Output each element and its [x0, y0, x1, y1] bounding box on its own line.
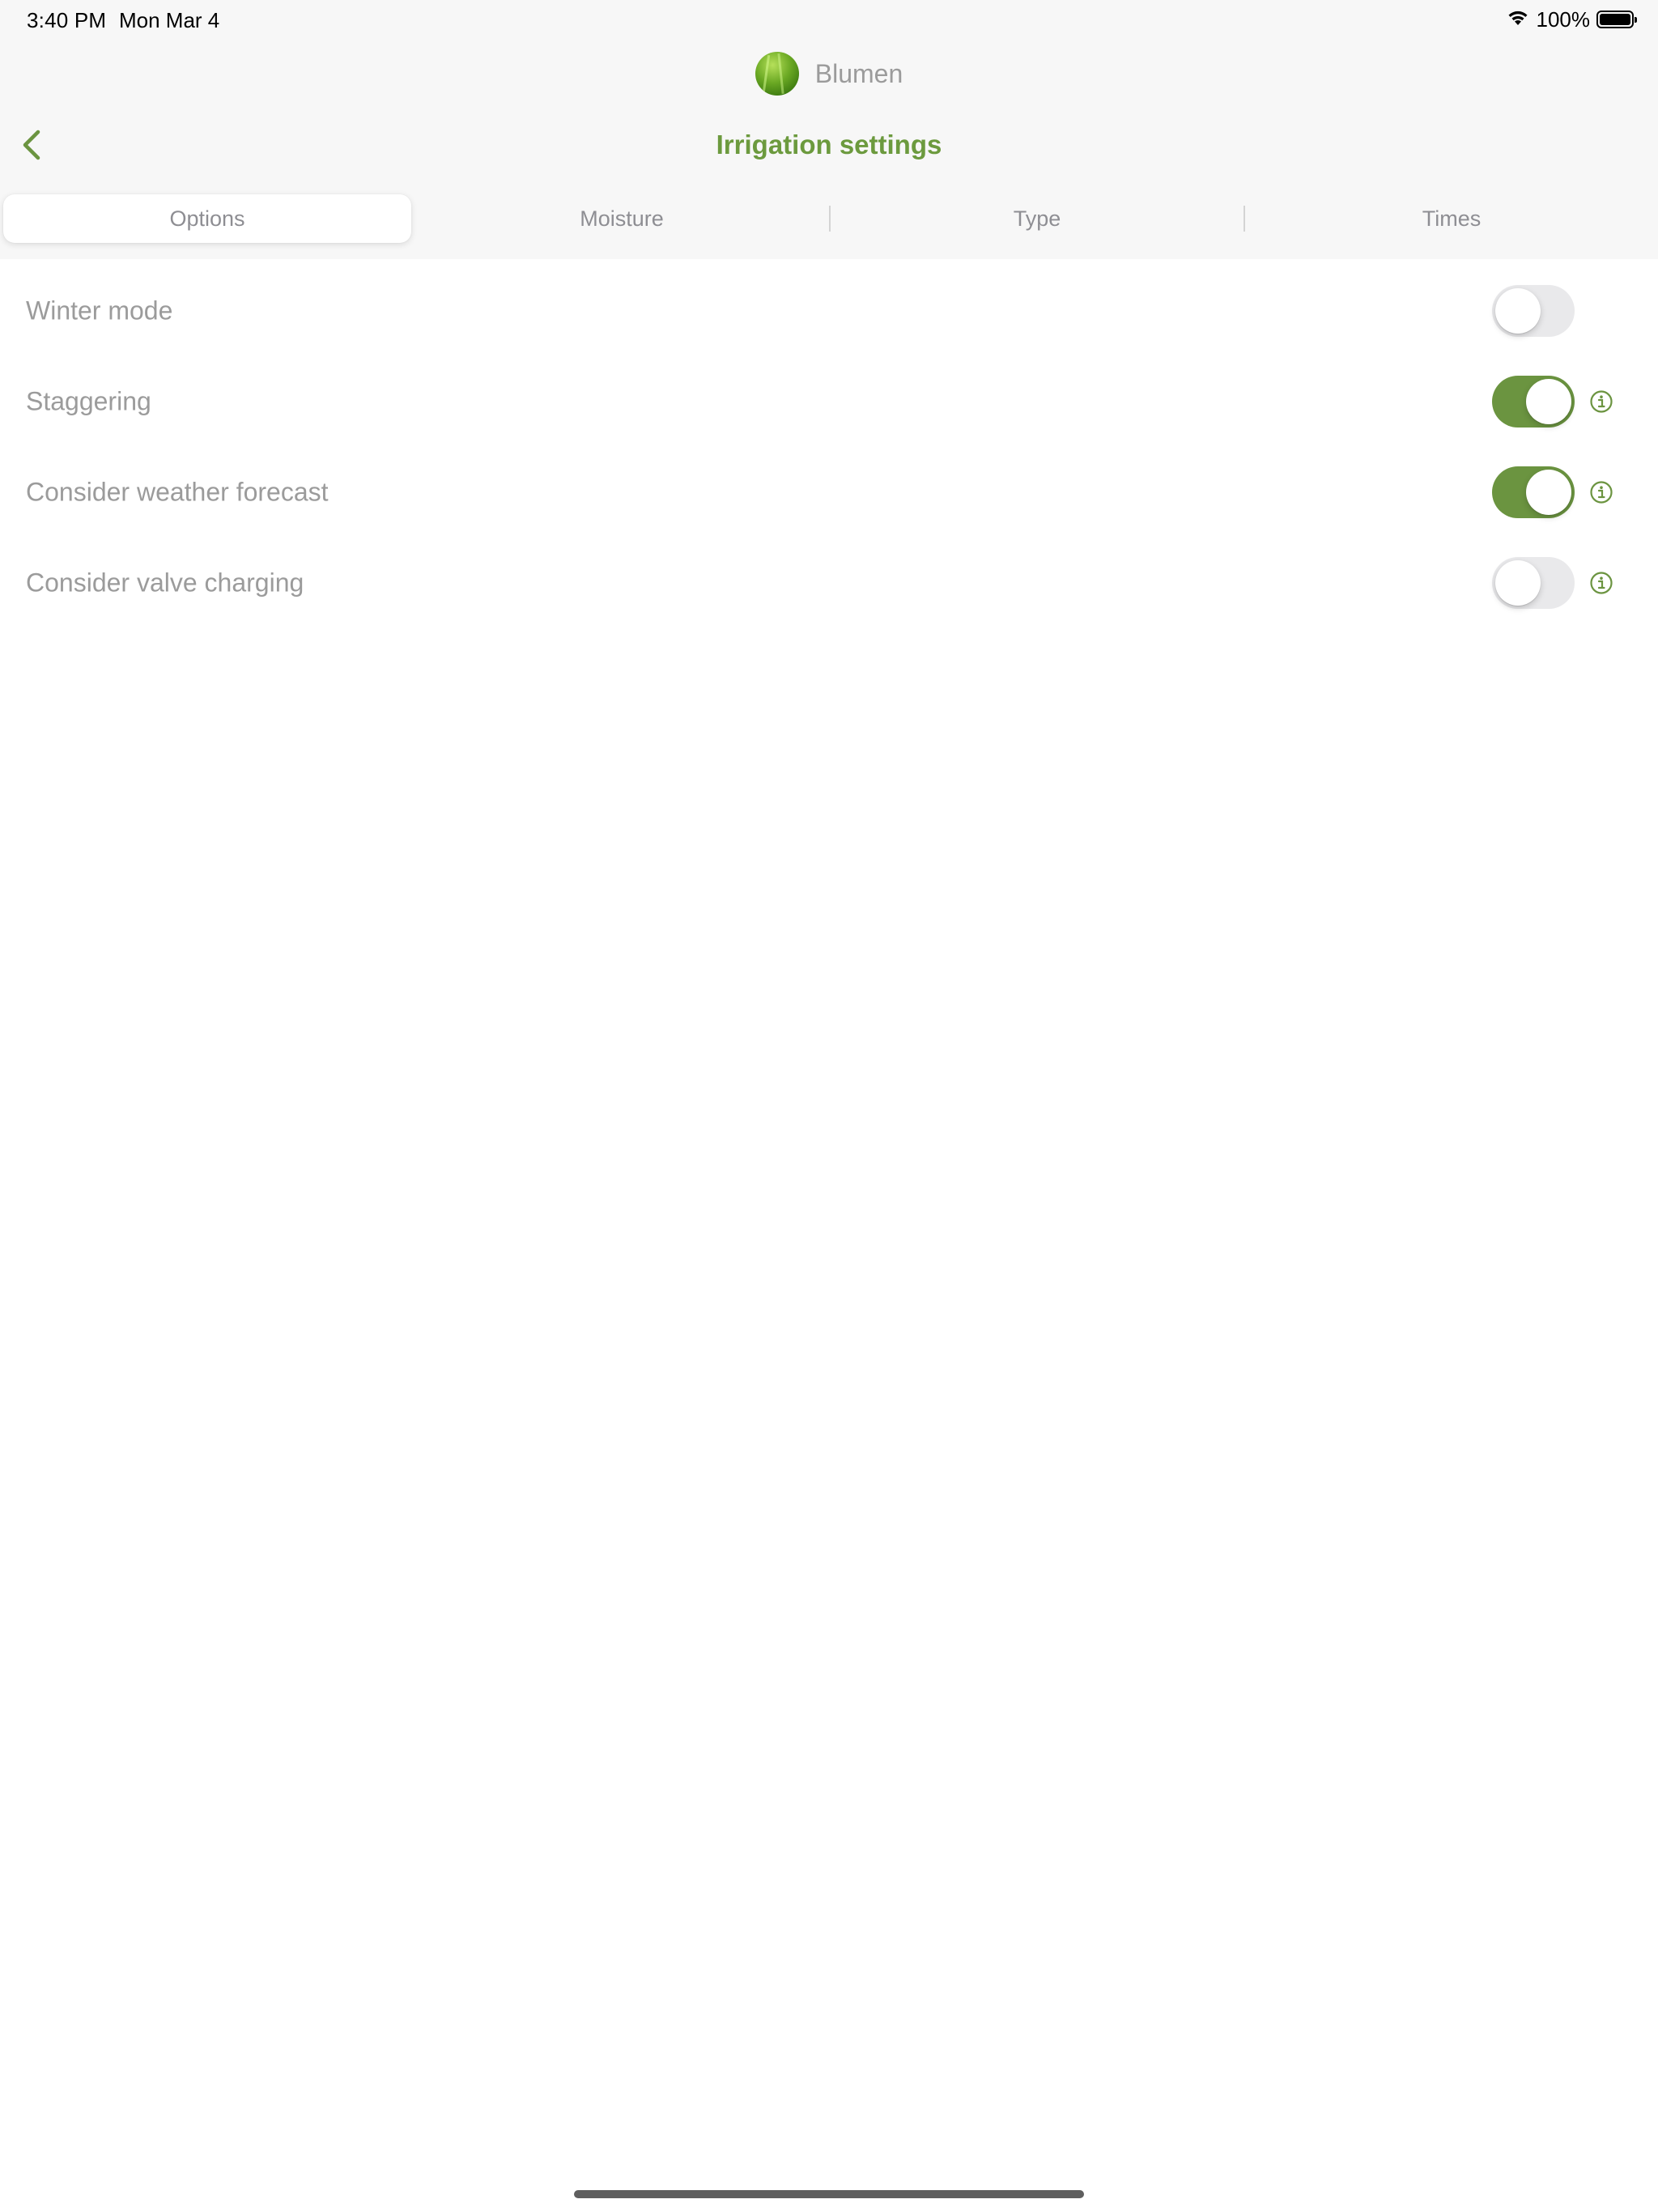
tab-label: Options: [169, 206, 245, 231]
setting-row-valve-charging: Consider valve charging: [0, 538, 1658, 628]
battery-percentage: 100%: [1536, 6, 1591, 32]
setting-row-winter-mode: Winter mode: [0, 266, 1658, 356]
tab-options[interactable]: Options: [3, 194, 411, 243]
tab-label: Moisture: [580, 206, 664, 231]
tab-moisture[interactable]: Moisture: [414, 194, 829, 243]
toggle-knob: [1526, 379, 1571, 424]
setting-label: Winter mode: [26, 296, 173, 325]
device-header: Blumen: [0, 50, 1658, 97]
valve-charging-toggle[interactable]: [1492, 557, 1575, 609]
segmented-control: Options Moisture Type Times: [0, 194, 1658, 245]
toggle-knob: [1495, 288, 1541, 334]
tab-times[interactable]: Times: [1245, 194, 1658, 243]
setting-label: Staggering: [26, 386, 151, 416]
setting-label: Consider weather forecast: [26, 477, 329, 507]
status-bar: 3:40 PM Mon Mar 4 100%: [0, 0, 1658, 39]
weather-forecast-info-icon[interactable]: [1589, 480, 1613, 504]
setting-row-staggering: Staggering: [0, 356, 1658, 447]
setting-row-weather-forecast: Consider weather forecast: [0, 447, 1658, 538]
device-avatar: [755, 52, 799, 96]
tab-label: Times: [1422, 206, 1482, 231]
battery-icon: [1596, 11, 1637, 28]
staggering-toggle[interactable]: [1492, 376, 1575, 428]
setting-label: Consider valve charging: [26, 568, 304, 598]
device-name: Blumen: [814, 58, 903, 88]
tab-type[interactable]: Type: [831, 194, 1244, 243]
home-indicator: [574, 2190, 1084, 2198]
page-title: Irrigation settings: [716, 130, 942, 160]
status-time: 3:40 PM: [27, 8, 107, 32]
staggering-info-icon[interactable]: [1589, 389, 1613, 414]
wifi-icon: [1506, 8, 1530, 32]
toggle-knob: [1495, 560, 1541, 606]
status-date: Mon Mar 4: [119, 8, 220, 32]
winter-mode-toggle[interactable]: [1492, 285, 1575, 337]
weather-forecast-toggle[interactable]: [1492, 466, 1575, 518]
tab-label: Type: [1013, 206, 1061, 231]
navigation-bar: Irrigation settings: [0, 121, 1658, 172]
status-indicators: 100%: [1506, 6, 1637, 32]
battery-fill: [1600, 14, 1630, 25]
toggle-knob: [1526, 470, 1571, 515]
valve-charging-info-icon[interactable]: [1589, 571, 1613, 595]
